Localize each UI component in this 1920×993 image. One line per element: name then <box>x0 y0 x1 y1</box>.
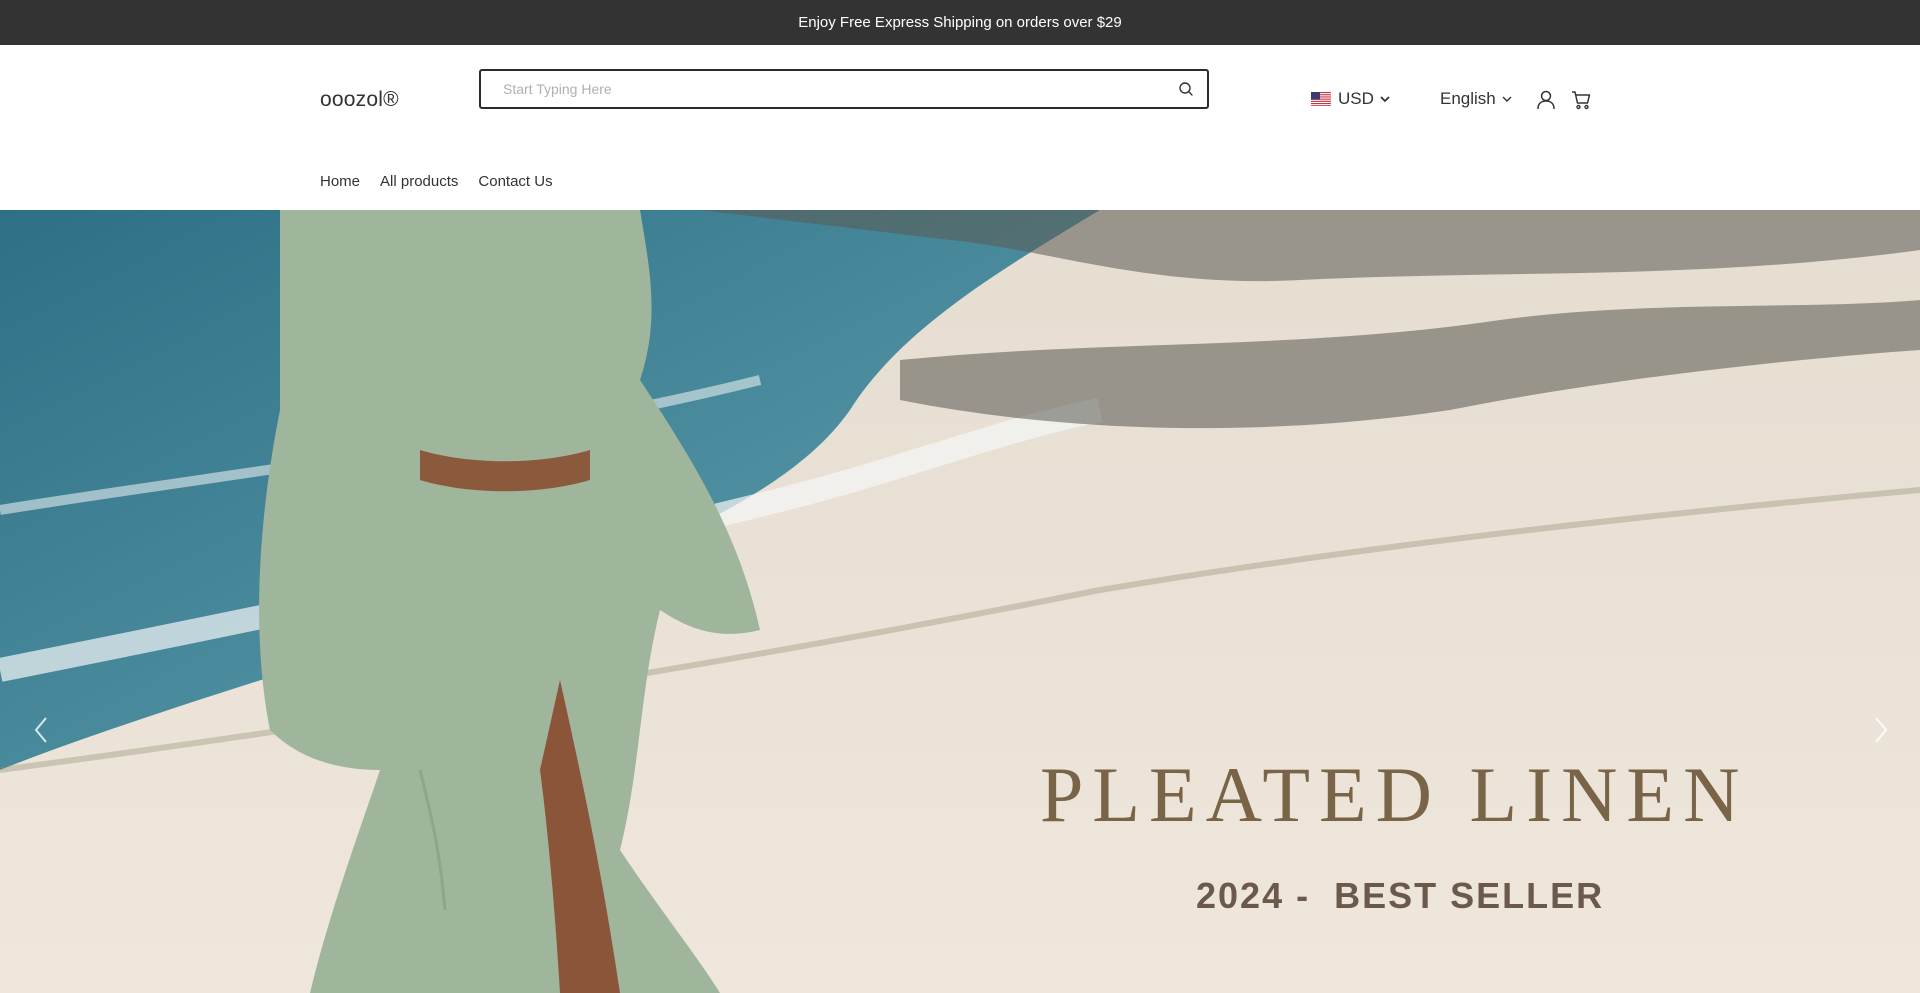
nav-contact-us[interactable]: Contact Us <box>478 173 552 190</box>
nav-home[interactable]: Home <box>320 173 360 190</box>
currency-selector[interactable]: USD <box>1311 89 1391 109</box>
site-logo[interactable]: ooozol® <box>320 88 399 112</box>
main-nav: Home All products Contact Us <box>320 173 553 190</box>
currency-label: USD <box>1338 89 1374 108</box>
language-selector[interactable]: English <box>1440 89 1513 109</box>
announcement-bar: Enjoy Free Express Shipping on orders ov… <box>0 0 1920 45</box>
chevron-down-icon <box>1380 96 1390 103</box>
nav-all-products[interactable]: All products <box>380 173 458 190</box>
chevron-down-icon <box>1502 96 1512 102</box>
user-icon[interactable] <box>1535 89 1557 111</box>
hero-subtitle: 2024 - BEST SELLER <box>1196 875 1605 916</box>
search-icon[interactable] <box>1177 80 1195 98</box>
hero-banner[interactable]: PLEATED LINEN 2024 - BEST SELLER <box>0 210 1920 993</box>
us-flag-icon <box>1311 92 1331 106</box>
hero-image <box>0 210 1920 993</box>
language-label: English <box>1440 89 1496 108</box>
cart-icon[interactable] <box>1570 89 1592 111</box>
announcement-text: Enjoy Free Express Shipping on orders ov… <box>798 14 1122 31</box>
chevron-left-icon[interactable] <box>26 710 56 750</box>
chevron-right-icon[interactable] <box>1866 710 1896 750</box>
hero-title: PLEATED LINEN <box>1040 751 1749 838</box>
site-header: ooozol® USD English <box>0 45 1920 210</box>
search-input[interactable] <box>503 71 1143 107</box>
search-box <box>479 69 1209 109</box>
